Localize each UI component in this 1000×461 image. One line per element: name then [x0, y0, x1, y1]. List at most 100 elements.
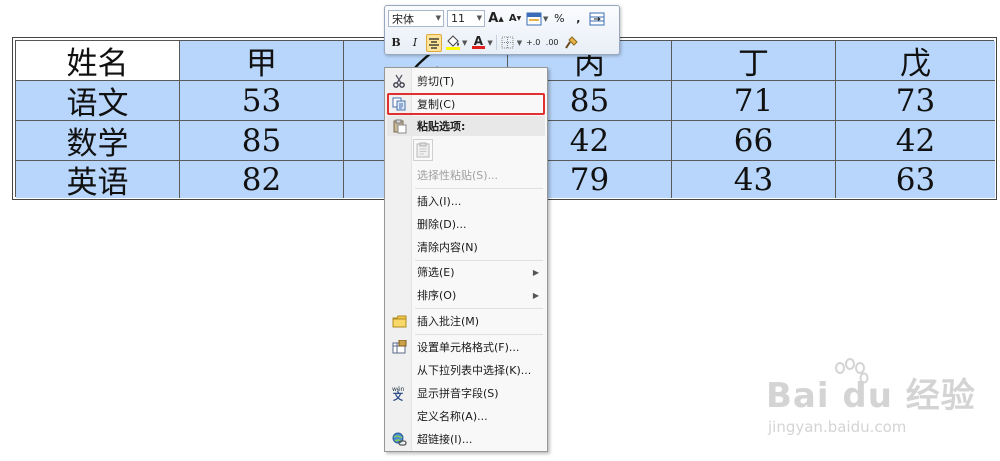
table-cell[interactable]: 63	[836, 161, 995, 198]
paste-options-header: 粘贴选项:	[387, 116, 545, 136]
menu-item-sort[interactable]: 排序(O) ▶	[387, 284, 545, 306]
menu-item-label: 从下拉列表中选择(K)...	[417, 364, 532, 377]
menu-item-paste-special[interactable]: 选择性粘贴(S)...	[387, 164, 545, 186]
italic-button[interactable]: I	[407, 34, 423, 52]
grow-font-button[interactable]: A ▲	[488, 10, 504, 28]
menu-item-format-cells[interactable]: 设置单元格格式(F)...	[387, 336, 545, 358]
menu-separator	[415, 188, 543, 189]
menu-header-label: 粘贴选项:	[417, 120, 466, 133]
copy-icon	[387, 97, 411, 111]
caret-up-icon: ▲	[498, 14, 504, 23]
chevron-down-icon[interactable]: ▼	[462, 39, 467, 47]
table-cell[interactable]: 66	[672, 121, 836, 161]
table-cell[interactable]: 53	[180, 81, 344, 121]
menu-separator	[415, 308, 543, 309]
menu-item-pick-from-list[interactable]: 从下拉列表中选择(K)...	[387, 359, 545, 381]
paste-clipboard-icon	[416, 142, 430, 158]
comma-style-button[interactable]: ,	[570, 10, 586, 28]
shrink-font-label: A	[508, 13, 517, 24]
table-cell[interactable]: 71	[672, 81, 836, 121]
font-name-value: 宋体	[392, 12, 414, 26]
toolbar-row-2: B I ▼ A ▼ ▼ +.0 .00	[388, 32, 616, 53]
chevron-down-icon[interactable]: ▼	[517, 39, 522, 47]
menu-item-hyperlink[interactable]: 超链接(I)...	[387, 428, 545, 450]
mini-format-toolbar: 宋体 ▼ 11 ▼ A ▲ A ▼ ▼ % , B I ▼ A ▼ ▼ +.0 …	[384, 5, 620, 55]
font-name-combo[interactable]: 宋体 ▼	[388, 10, 444, 27]
menu-item-clear-contents[interactable]: 清除内容(N)	[387, 236, 545, 258]
context-menu: 剪切(T) 复制(C) 粘贴选项: 选择性粘贴(S)... 插入(I)... 删…	[384, 67, 548, 452]
svg-text:文: 文	[393, 390, 404, 401]
grow-font-label: A	[488, 11, 499, 26]
cell-style-button[interactable]	[526, 10, 542, 28]
hyperlink-icon	[387, 432, 411, 447]
font-color-label: A	[473, 34, 484, 48]
menu-item-show-phonetic[interactable]: wén 文 显示拼音字段(S)	[387, 382, 545, 404]
watermark-brand: Bai du 经验	[766, 376, 976, 416]
cell-style-icon	[526, 12, 542, 25]
chevron-down-icon[interactable]: ▼	[487, 39, 492, 47]
format-painter-button[interactable]	[563, 34, 579, 52]
menu-item-label: 定义名称(A)...	[417, 410, 488, 423]
menu-item-label: 清除内容(N)	[417, 241, 478, 254]
menu-item-label: 删除(D)...	[417, 218, 467, 231]
table-cell[interactable]: 数学	[16, 121, 180, 162]
menu-item-delete[interactable]: 删除(D)...	[387, 213, 545, 235]
baidu-watermark: Bai du 经验 jingyan.baidu.com	[766, 358, 996, 450]
watermark-url: jingyan.baidu.com	[768, 418, 907, 436]
table-cell[interactable]: 73	[836, 81, 995, 121]
caret-down-icon: ▼	[516, 15, 522, 22]
menu-item-label: 选择性粘贴(S)...	[417, 169, 499, 182]
table-cell[interactable]: 85	[180, 121, 344, 161]
shrink-font-button[interactable]: A ▼	[507, 10, 523, 28]
menu-separator	[415, 334, 543, 335]
table-cell[interactable]: 姓名	[16, 41, 180, 82]
table-cell[interactable]: 丁	[672, 41, 836, 82]
font-size-value: 11	[451, 12, 465, 25]
menu-item-label: 设置单元格格式(F)...	[417, 341, 520, 354]
table-cell[interactable]: 语文	[16, 81, 180, 122]
merge-cells-icon	[589, 12, 605, 25]
table-cell[interactable]: 43	[672, 161, 836, 198]
scissors-icon	[387, 74, 411, 88]
paint-bucket-icon	[446, 35, 460, 50]
merge-center-button[interactable]	[589, 10, 605, 28]
menu-item-label: 显示拼音字段(S)	[417, 387, 499, 400]
borders-icon	[501, 36, 514, 49]
align-center-button[interactable]	[426, 33, 442, 52]
format-painter-icon	[565, 35, 578, 49]
menu-item-copy[interactable]: 复制(C)	[387, 93, 545, 115]
menu-item-cut[interactable]: 剪切(T)	[387, 70, 545, 92]
toolbar-row-1: 宋体 ▼ 11 ▼ A ▲ A ▼ ▼ % ,	[388, 8, 616, 29]
font-color-bar	[471, 46, 485, 49]
bold-button[interactable]: B	[388, 34, 404, 52]
submenu-arrow-icon: ▶	[532, 267, 539, 277]
menu-item-label: 超链接(I)...	[417, 433, 473, 446]
menu-item-filter[interactable]: 筛选(E) ▶	[387, 261, 545, 283]
chevron-down-icon[interactable]: ▼	[543, 15, 548, 23]
font-size-combo[interactable]: 11 ▼	[447, 10, 485, 27]
menu-item-label: 复制(C)	[417, 98, 456, 111]
increase-decimal-button[interactable]: +.0	[525, 34, 541, 52]
table-cell[interactable]: 戊	[836, 41, 995, 82]
menu-item-label: 排序(O)	[417, 289, 457, 302]
table-cell[interactable]: 82	[180, 161, 344, 198]
table-cell[interactable]: 英语	[16, 161, 180, 201]
menu-item-insert-comment[interactable]: 插入批注(M)	[387, 310, 545, 332]
paste-icon	[387, 119, 411, 134]
menu-item-label: 插入(I)...	[417, 195, 462, 208]
table-cell[interactable]: 42	[836, 121, 995, 161]
menu-item-label: 剪切(T)	[417, 75, 455, 88]
fill-color-button[interactable]	[445, 34, 461, 52]
submenu-arrow-icon: ▶	[532, 290, 539, 300]
chevron-down-icon: ▼	[435, 14, 441, 22]
menu-item-define-name[interactable]: 定义名称(A)...	[387, 405, 545, 427]
percent-style-button[interactable]: %	[551, 10, 567, 28]
menu-item-insert[interactable]: 插入(I)...	[387, 190, 545, 212]
paste-option-button[interactable]	[413, 139, 433, 161]
borders-button[interactable]	[500, 34, 516, 52]
toolbar-divider	[495, 35, 497, 50]
decrease-decimal-button[interactable]: .00	[544, 34, 560, 52]
menu-item-label: 插入批注(M)	[417, 315, 480, 328]
table-cell[interactable]: 甲	[180, 41, 344, 82]
font-color-button[interactable]: A	[470, 34, 486, 52]
